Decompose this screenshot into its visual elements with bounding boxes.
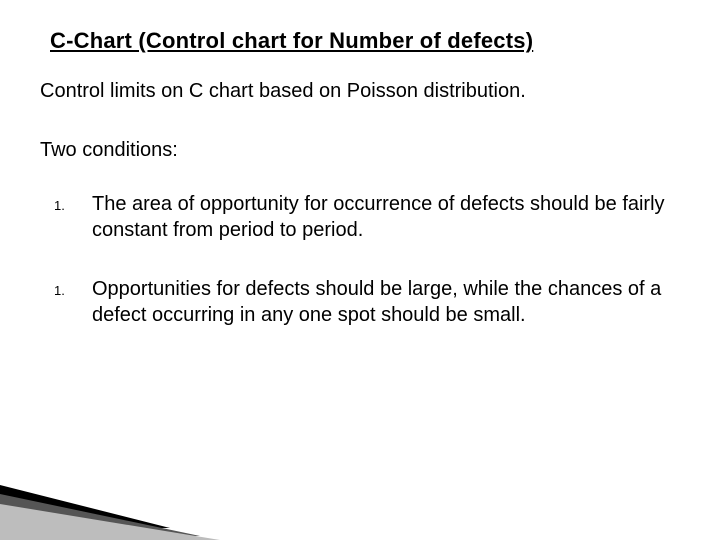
intro-text: Control limits on C chart based on Poiss… (40, 80, 680, 103)
list-item: 1. Opportunities for defects should be l… (40, 277, 680, 328)
list-text: Opportunities for defects should be larg… (92, 277, 680, 328)
list-text: The area of opportunity for occurrence o… (92, 192, 680, 243)
list-marker: 1. (40, 277, 92, 298)
corner-decoration-icon (0, 470, 220, 540)
list-item: 1. The area of opportunity for occurrenc… (40, 192, 680, 243)
list-marker: 1. (40, 192, 92, 213)
conditions-heading: Two conditions: (40, 139, 680, 162)
slide: C-Chart (Control chart for Number of def… (0, 0, 720, 540)
slide-title: C-Chart (Control chart for Number of def… (50, 28, 680, 54)
conditions-list: 1. The area of opportunity for occurrenc… (40, 192, 680, 328)
